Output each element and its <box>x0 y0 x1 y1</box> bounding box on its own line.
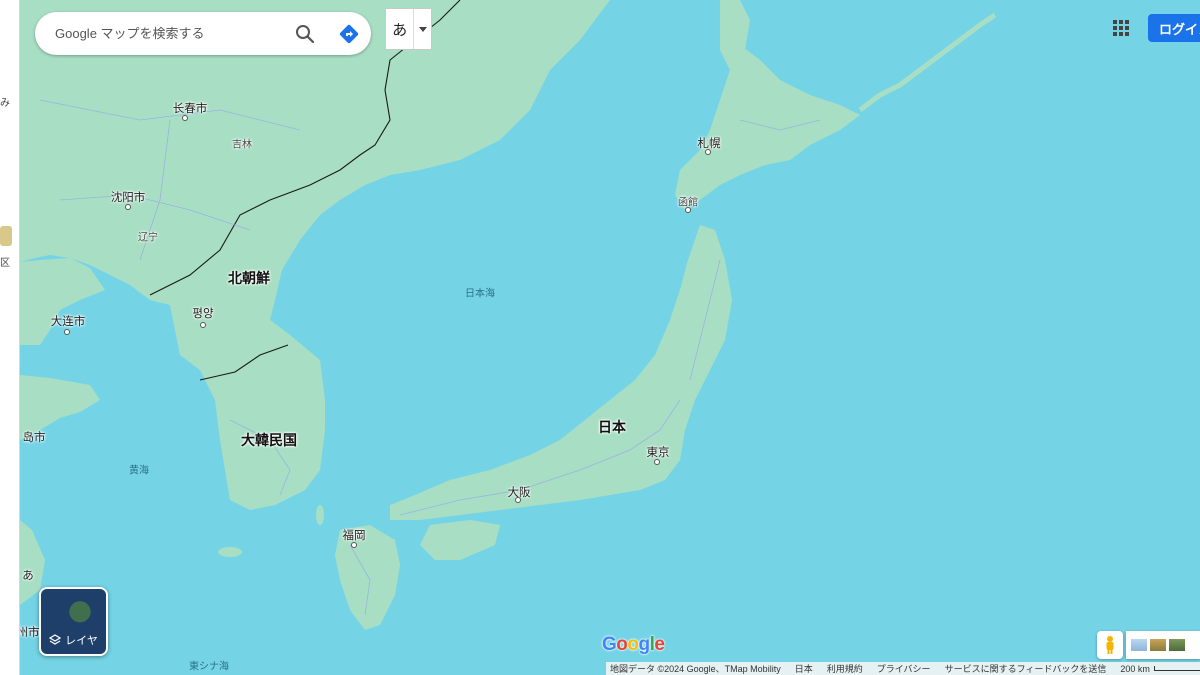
search-input[interactable] <box>35 12 283 55</box>
city-marker <box>64 329 70 335</box>
map-label-fragment: 州市 <box>20 627 40 639</box>
pegman-icon <box>1106 636 1114 654</box>
layers-label: レイヤ <box>65 635 98 647</box>
layers-button[interactable]: レイヤ <box>39 587 108 656</box>
city-marker <box>351 542 357 548</box>
sidebar-thumbnail[interactable] <box>0 226 12 246</box>
google-logo: Google <box>602 634 665 655</box>
layers-label-row: レイヤ <box>41 632 106 648</box>
map-data-attribution: 地図データ ©2024 Google、TMap Mobility <box>610 664 781 674</box>
country-label-north-korea: 北朝鮮 <box>228 270 270 286</box>
scale-bar <box>1153 666 1200 671</box>
search-box <box>35 12 371 55</box>
apps-button[interactable] <box>1110 17 1132 39</box>
map-label-fragment: あ <box>22 570 34 582</box>
city-marker <box>200 322 206 328</box>
city-label-pyongyang[interactable]: 평양 <box>192 305 213 321</box>
country-label-south-korea: 大韓民国 <box>241 432 297 448</box>
imagery-thumb[interactable] <box>1150 639 1166 651</box>
city-marker <box>182 115 188 121</box>
search-button[interactable] <box>283 12 327 55</box>
sidebar-fragment: 区 <box>0 258 10 269</box>
scale-indicator[interactable]: 200 km <box>1120 664 1200 674</box>
city-marker <box>705 149 711 155</box>
layers-icon <box>49 634 62 645</box>
imagery-switcher[interactable] <box>1126 631 1200 659</box>
country-link[interactable]: 日本 <box>795 662 813 675</box>
imagery-thumb[interactable] <box>1169 639 1185 651</box>
sea-label-east-china-sea: 東シナ海 <box>189 661 229 673</box>
login-button[interactable]: ログイン <box>1148 14 1200 42</box>
feedback-link[interactable]: サービスに関するフィードバックを送信 <box>945 662 1107 675</box>
input-method-toggle[interactable]: あ <box>385 8 432 50</box>
chevron-down-icon[interactable] <box>413 9 431 49</box>
input-method-char: あ <box>392 21 408 39</box>
sidebar-fragment: み <box>0 98 10 109</box>
attribution-bar: 地図データ ©2024 Google、TMap Mobility 日本 利用規約… <box>606 662 1200 675</box>
directions-icon <box>339 24 359 43</box>
province-label-liaoning: 辽宁 <box>138 232 158 244</box>
sea-label-sea-of-japan: 日本海 <box>465 288 495 300</box>
search-icon <box>296 24 315 43</box>
side-panel: み 区 <box>0 0 20 675</box>
privacy-link[interactable]: プライバシー <box>877 662 931 675</box>
city-marker <box>125 204 131 210</box>
imagery-thumb[interactable] <box>1131 639 1147 651</box>
apps-grid-icon <box>1113 20 1129 36</box>
city-label-shenyang[interactable]: 沈阳市 <box>111 189 146 205</box>
directions-button[interactable] <box>327 12 371 55</box>
sea-label-yellow-sea: 黄海 <box>129 465 149 477</box>
city-label-tokyo[interactable]: 東京 <box>647 444 670 460</box>
city-marker <box>654 459 660 465</box>
city-label-changchun[interactable]: 长春市 <box>173 100 208 116</box>
street-view-button[interactable] <box>1097 631 1123 659</box>
scale-label: 200 km <box>1120 663 1150 674</box>
country-label-japan: 日本 <box>598 419 626 435</box>
map-canvas[interactable]: 长春市 吉林 沈阳市 辽宁 北朝鮮 大连市 평양 大韓民国 岛市 黄海 日本海 … <box>20 0 1200 675</box>
city-label-dalian[interactable]: 大连市 <box>51 313 86 329</box>
city-marker <box>685 207 691 213</box>
province-label-jilin: 吉林 <box>232 139 252 151</box>
terms-link[interactable]: 利用規約 <box>827 662 863 675</box>
city-marker <box>515 497 521 503</box>
city-label-fukuoka[interactable]: 福岡 <box>343 527 366 543</box>
city-label-qingdao[interactable]: 岛市 <box>23 429 46 445</box>
